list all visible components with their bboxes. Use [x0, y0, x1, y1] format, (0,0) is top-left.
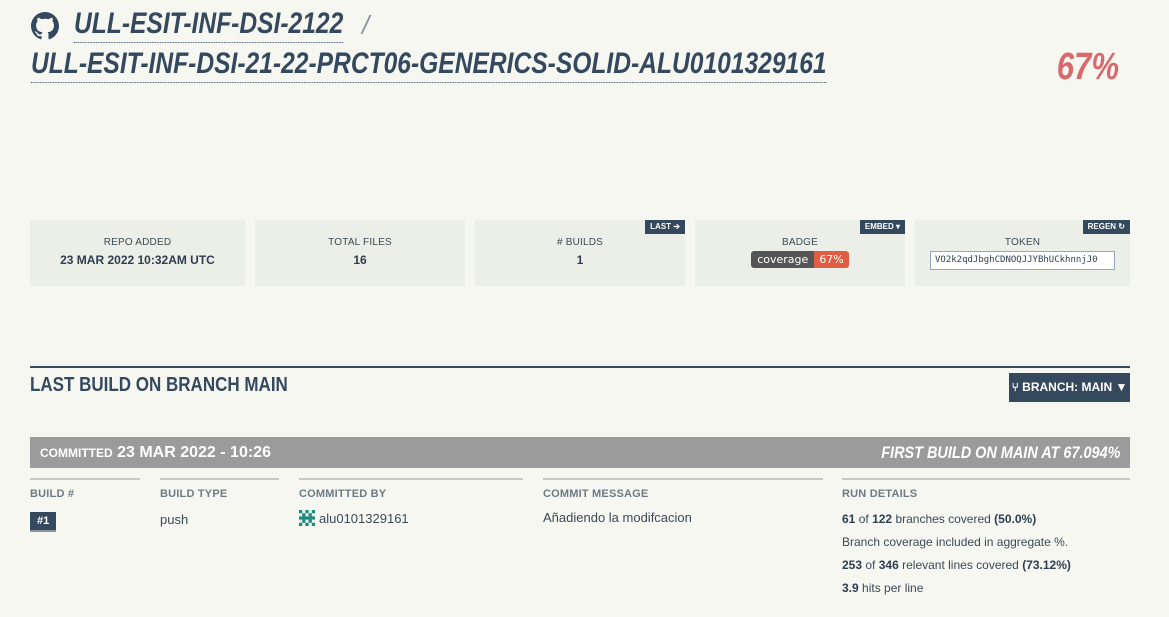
branches-total: 122	[872, 512, 893, 526]
token-card: REGEN ↻ TOKEN VO2k2qdJbghCDNOQJJYBhUCkhn…	[915, 220, 1130, 286]
arrow-right-icon: ➔	[673, 222, 680, 231]
build-bar: COMMITTED 23 MAR 2022 - 10:26 FIRST BUIL…	[30, 437, 1130, 468]
token-field[interactable]: VO2k2qdJbghCDNOQJJYBhUCkhnnjJ0	[930, 251, 1115, 270]
last-tag-label: LAST	[650, 222, 672, 231]
branch-dropdown-button[interactable]: ⑂ BRANCH: MAIN ▼	[1009, 373, 1130, 402]
build-number-head: BUILD #	[30, 478, 140, 502]
build-type-head: BUILD TYPE	[160, 478, 279, 502]
lines-text: relevant lines covered	[902, 558, 1019, 572]
of-text: of	[858, 512, 869, 526]
branch-icon: ⑂	[1011, 380, 1019, 394]
lines-covered-line: 253 of 346 relevant lines covered (73.12…	[842, 558, 1130, 572]
embed-tag-label: EMBED	[864, 222, 894, 231]
token-label: TOKEN	[1004, 237, 1041, 248]
section-title: LAST BUILD ON BRANCH MAIN	[30, 374, 288, 396]
committer-name[interactable]: alu0101329161	[319, 511, 409, 526]
badge-label: BADGE	[781, 237, 818, 248]
refresh-icon: ↻	[1118, 222, 1125, 231]
builds-card: LAST ➔ # BUILDS 1	[475, 220, 685, 286]
aggregate-note: Branch coverage included in aggregate %.	[842, 535, 1069, 549]
embed-tag[interactable]: EMBED ▾	[859, 220, 905, 234]
build-type-column: BUILD TYPE push	[160, 478, 279, 527]
badge-left: coverage	[751, 251, 815, 268]
build-type-value: push	[160, 512, 189, 527]
branches-covered-line: 61 of 122 branches covered (50.0%)	[842, 512, 1130, 526]
run-details-head: RUN DETAILS	[842, 478, 1130, 502]
last-build-tag[interactable]: LAST ➔	[645, 220, 685, 234]
commit-message-column: COMMIT MESSAGE Añadiendo la modifcacion	[543, 478, 823, 525]
build-number-column: BUILD # #1	[30, 478, 140, 532]
lines-total: 346	[878, 558, 899, 572]
builds-value: 1	[576, 253, 584, 267]
total-files-label: TOTAL FILES	[328, 237, 392, 248]
lines-pct: (73.12%)	[1022, 558, 1071, 572]
repo-link[interactable]: ULL-ESIT-INF-DSI-21-22-PRCT06-GENERICS-S…	[31, 46, 827, 83]
coverage-badge[interactable]: coverage 67%	[751, 251, 849, 268]
branches-pct: (50.0%)	[994, 512, 1037, 526]
branches-covered-count: 61	[842, 512, 856, 526]
commit-message-value: Añadiendo la modifcacion	[543, 510, 692, 525]
committed-by-head: COMMITTED BY	[299, 478, 523, 502]
badge-card: EMBED ▾ BADGE coverage 67%	[695, 220, 905, 286]
regen-tag-label: REGEN	[1087, 222, 1117, 231]
lines-covered-count: 253	[842, 558, 863, 572]
repo-added-card: REPO ADDED 23 MAR 2022 10:32AM UTC	[30, 220, 245, 286]
repo-added-label: REPO ADDED	[103, 237, 172, 248]
branches-text: branches covered	[895, 512, 991, 526]
first-build-text: FIRST BUILD ON MAIN AT 67.094%	[880, 443, 1120, 462]
github-icon	[31, 12, 59, 40]
regen-tag[interactable]: REGEN ↻	[1082, 220, 1130, 234]
hits-line: 3.9 hits per line	[842, 581, 1130, 595]
committed-label: COMMITTED	[40, 446, 113, 460]
section-divider	[30, 366, 1130, 368]
avatar	[299, 510, 315, 526]
builds-label: # BUILDS	[556, 237, 604, 248]
hits-value: 3.9	[842, 581, 859, 595]
caret-down-icon: ▼	[1115, 380, 1128, 394]
org-link[interactable]: ULL-ESIT-INF-DSI-2122	[74, 6, 344, 43]
total-files-value: 16	[353, 253, 367, 267]
run-details-column: RUN DETAILS 61 of 122 branches covered (…	[842, 478, 1130, 604]
build-number-link[interactable]: #1	[30, 512, 57, 532]
total-files-card: TOTAL FILES 16	[255, 220, 465, 286]
breadcrumb-separator: /	[362, 10, 370, 40]
repo-added-value: 23 MAR 2022 10:32AM UTC	[60, 253, 215, 267]
badge-right: 67%	[814, 251, 849, 268]
branch-label: BRANCH: MAIN	[1022, 380, 1113, 394]
committed-value: 23 MAR 2022 - 10:26	[117, 444, 271, 461]
coverage-percent: 67%	[1056, 46, 1119, 88]
of-text: of	[865, 558, 876, 572]
committed-info: COMMITTED 23 MAR 2022 - 10:26	[40, 444, 271, 462]
caret-down-icon: ▾	[895, 222, 900, 231]
committed-by-column: COMMITTED BY alu0101329161	[299, 478, 523, 526]
commit-message-head: COMMIT MESSAGE	[543, 478, 823, 502]
hits-text: hits per line	[862, 581, 924, 595]
